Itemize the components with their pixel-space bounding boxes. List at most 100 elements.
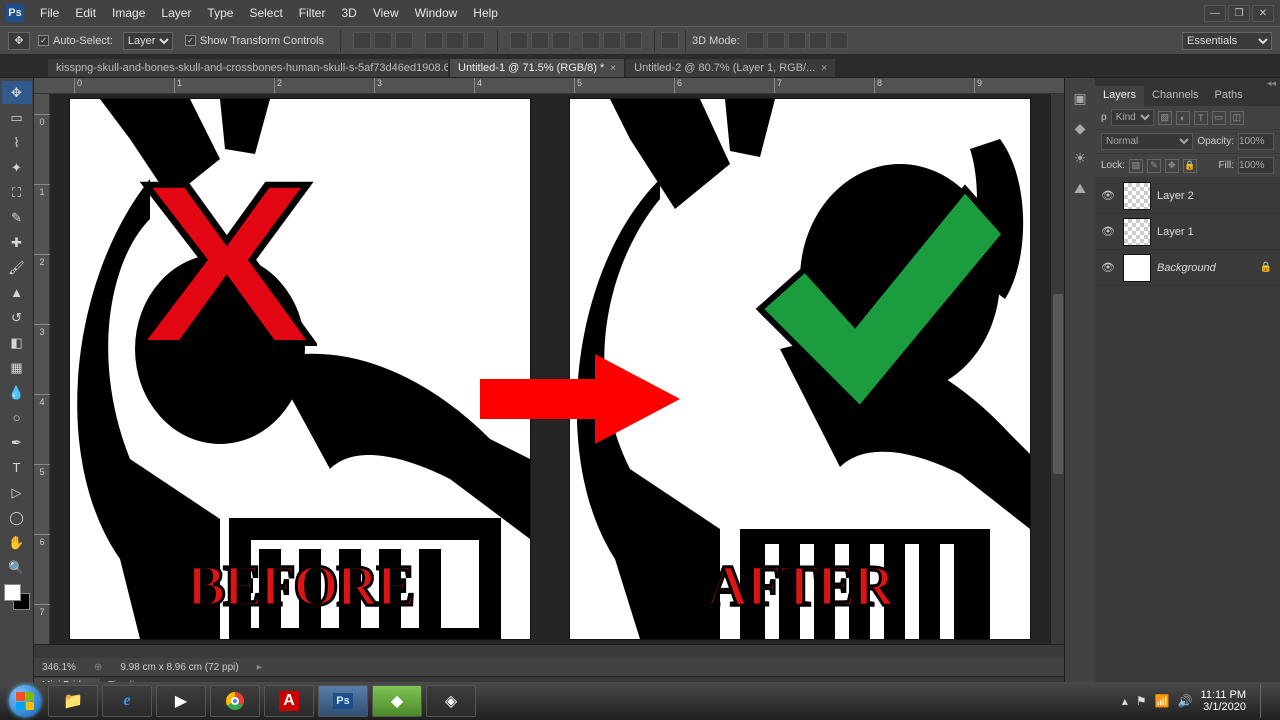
layers-tab[interactable]: Layers (1095, 86, 1144, 106)
eyedropper-tool[interactable]: ✎ (2, 206, 32, 229)
align-vcenter-button[interactable] (374, 32, 392, 49)
chrome-taskbar-button[interactable] (210, 685, 260, 717)
3d-orbit-button[interactable] (746, 32, 764, 49)
gradient-tool[interactable]: ▦ (2, 356, 32, 379)
maximize-button[interactable]: ❐ (1228, 5, 1250, 22)
status-icon[interactable]: ⊕ (94, 662, 102, 673)
volume-icon[interactable]: 🔊 (1178, 694, 1193, 708)
filter-pixel-icon[interactable]: ▧ (1158, 111, 1172, 125)
app2-taskbar-button[interactable]: ◈ (426, 685, 476, 717)
path-select-tool[interactable]: ▷ (2, 481, 32, 504)
scrollbar-thumb[interactable] (1053, 294, 1063, 474)
close-button[interactable]: ✕ (1252, 5, 1274, 22)
opacity-input[interactable] (1238, 133, 1274, 150)
layer-thumbnail[interactable] (1123, 182, 1151, 210)
menu-file[interactable]: File (32, 6, 67, 20)
stamp-tool[interactable]: ▲ (2, 281, 32, 304)
layer-thumbnail[interactable] (1123, 218, 1151, 246)
filter-shape-icon[interactable]: ▭ (1212, 111, 1226, 125)
menu-3d[interactable]: 3D (333, 6, 364, 20)
taskbar-clock[interactable]: 11:11 PM 3/1/2020 (1201, 689, 1246, 713)
layer-row[interactable]: 👁 Background 🔒 (1095, 250, 1280, 286)
distribute-top-button[interactable] (510, 32, 528, 49)
menu-image[interactable]: Image (104, 6, 153, 20)
crop-tool[interactable]: ⛶ (2, 181, 32, 204)
lock-all-icon[interactable]: 🔒 (1183, 159, 1197, 173)
history-brush-tool[interactable]: ↺ (2, 306, 32, 329)
menu-help[interactable]: Help (465, 6, 506, 20)
status-flyout-icon[interactable]: ▸ (257, 662, 262, 673)
color-panel-icon[interactable]: ◆ (1070, 118, 1090, 138)
visibility-toggle-icon[interactable]: 👁 (1099, 225, 1117, 238)
magic-wand-tool[interactable]: ✦ (2, 156, 32, 179)
lock-position-icon[interactable]: ✥ (1165, 159, 1179, 173)
layer-row[interactable]: 👁 Layer 2 (1095, 178, 1280, 214)
start-button[interactable] (4, 684, 46, 718)
app1-taskbar-button[interactable]: ◆ (372, 685, 422, 717)
lock-image-icon[interactable]: ✎ (1147, 159, 1161, 173)
align-hcenter-button[interactable] (446, 32, 464, 49)
move-tool-icon[interactable]: ✥ (8, 32, 30, 50)
paths-tab[interactable]: Paths (1207, 86, 1251, 106)
3d-slide-button[interactable] (809, 32, 827, 49)
brush-tool[interactable]: 🖌 (2, 256, 32, 279)
flag-icon[interactable]: ⚑ (1136, 694, 1147, 708)
color-swatch[interactable] (4, 584, 30, 610)
distribute-hcenter-button[interactable] (603, 32, 621, 49)
workspace-dropdown[interactable]: Essentials (1182, 32, 1272, 50)
distribute-left-button[interactable] (582, 32, 600, 49)
align-bottom-button[interactable] (395, 32, 413, 49)
menu-filter[interactable]: Filter (291, 6, 334, 20)
vertical-scrollbar[interactable] (1050, 94, 1064, 644)
layer-name[interactable]: Layer 2 (1157, 190, 1194, 202)
network-icon[interactable]: 📶 (1155, 694, 1170, 708)
horizontal-ruler[interactable]: 0 1 2 3 4 5 6 7 8 9 (34, 78, 1064, 94)
acrobat-taskbar-button[interactable]: A (264, 685, 314, 717)
3d-pan-button[interactable] (788, 32, 806, 49)
3d-roll-button[interactable] (767, 32, 785, 49)
channels-tab[interactable]: Channels (1144, 86, 1206, 106)
close-tab-icon[interactable]: × (610, 63, 616, 74)
auto-select-target-dropdown[interactable]: Layer (123, 32, 173, 50)
document-tab[interactable]: kisspng-skull-and-bones-skull-and-crossb… (48, 59, 448, 77)
dodge-tool[interactable]: ○ (2, 406, 32, 429)
panel-collapse-icon[interactable]: ◂◂ (1095, 78, 1280, 86)
healing-tool[interactable]: ✚ (2, 231, 32, 254)
type-tool[interactable]: T (2, 456, 32, 479)
photoshop-taskbar-button[interactable]: Ps (318, 685, 368, 717)
menu-type[interactable]: Type (199, 6, 241, 20)
layer-filter-kind-dropdown[interactable]: Kind (1111, 109, 1154, 126)
lock-transparent-icon[interactable]: ▨ (1129, 159, 1143, 173)
move-tool[interactable]: ✥ (2, 81, 32, 104)
filter-type-icon[interactable]: T (1194, 111, 1208, 125)
zoom-level[interactable]: 346.1% (42, 662, 76, 673)
filter-adjust-icon[interactable]: ◐ (1176, 111, 1190, 125)
menu-layer[interactable]: Layer (153, 6, 199, 20)
filter-smart-icon[interactable]: ◫ (1230, 111, 1244, 125)
hand-tool[interactable]: ✋ (2, 531, 32, 554)
fill-input[interactable] (1238, 157, 1274, 174)
distribute-bottom-button[interactable] (552, 32, 570, 49)
zoom-tool[interactable]: 🔍 (2, 556, 32, 579)
layer-thumbnail[interactable] (1123, 254, 1151, 282)
layer-name[interactable]: Layer 1 (1157, 226, 1194, 238)
document-tab[interactable]: Untitled-1 @ 71.5% (RGB/8) *× (450, 59, 624, 77)
canvas[interactable]: X BEFORE (50, 94, 1050, 644)
layer-name[interactable]: Background (1157, 262, 1216, 274)
marquee-tool[interactable]: ▭ (2, 106, 32, 129)
pen-tool[interactable]: ✒ (2, 431, 32, 454)
close-tab-icon[interactable]: × (821, 63, 827, 74)
align-top-button[interactable] (353, 32, 371, 49)
blend-mode-dropdown[interactable]: Normal (1101, 133, 1193, 150)
menu-edit[interactable]: Edit (67, 6, 104, 20)
media-taskbar-button[interactable]: ▶ (156, 685, 206, 717)
auto-select-checkbox[interactable]: ✓Auto-Select: (38, 35, 113, 47)
lasso-tool[interactable]: ⌇ (2, 131, 32, 154)
align-left-button[interactable] (425, 32, 443, 49)
distribute-right-button[interactable] (624, 32, 642, 49)
3d-zoom-button[interactable] (830, 32, 848, 49)
visibility-toggle-icon[interactable]: 👁 (1099, 261, 1117, 274)
history-panel-icon[interactable]: ▣ (1070, 88, 1090, 108)
menu-window[interactable]: Window (407, 6, 466, 20)
layer-row[interactable]: 👁 Layer 1 (1095, 214, 1280, 250)
